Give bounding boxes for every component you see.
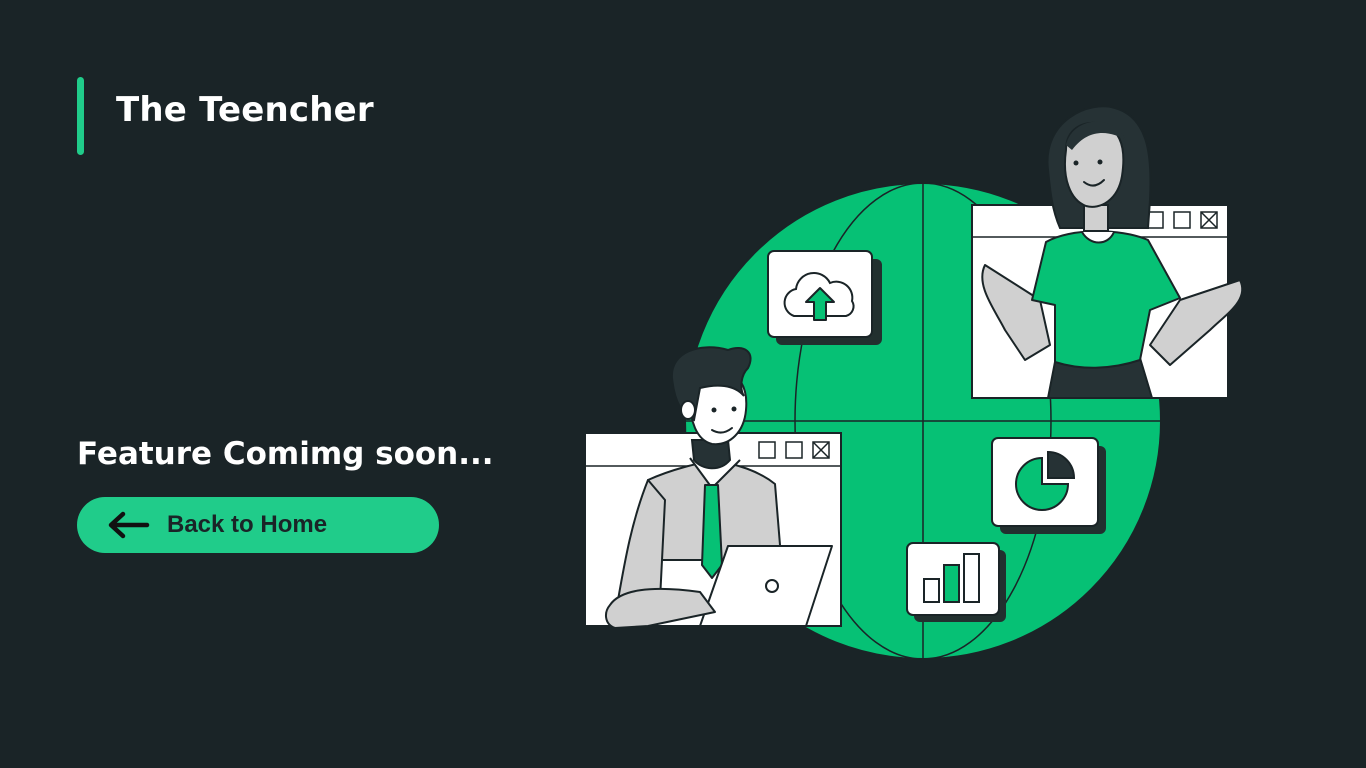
brand-accent-bar — [77, 77, 84, 155]
bar-chart-card — [906, 542, 1006, 622]
brand: The Teencher — [77, 77, 374, 155]
page-headline: Feature Comimg soon... — [77, 436, 494, 472]
cloud-upload-card — [767, 250, 882, 345]
online-teaching-illustration — [584, 105, 1244, 660]
back-to-home-button[interactable]: Back to Home — [77, 497, 439, 553]
brand-title: The Teencher — [116, 90, 374, 130]
pie-chart-card — [991, 437, 1106, 534]
back-to-home-label: Back to Home — [167, 511, 328, 538]
arrow-left-icon — [108, 511, 150, 539]
